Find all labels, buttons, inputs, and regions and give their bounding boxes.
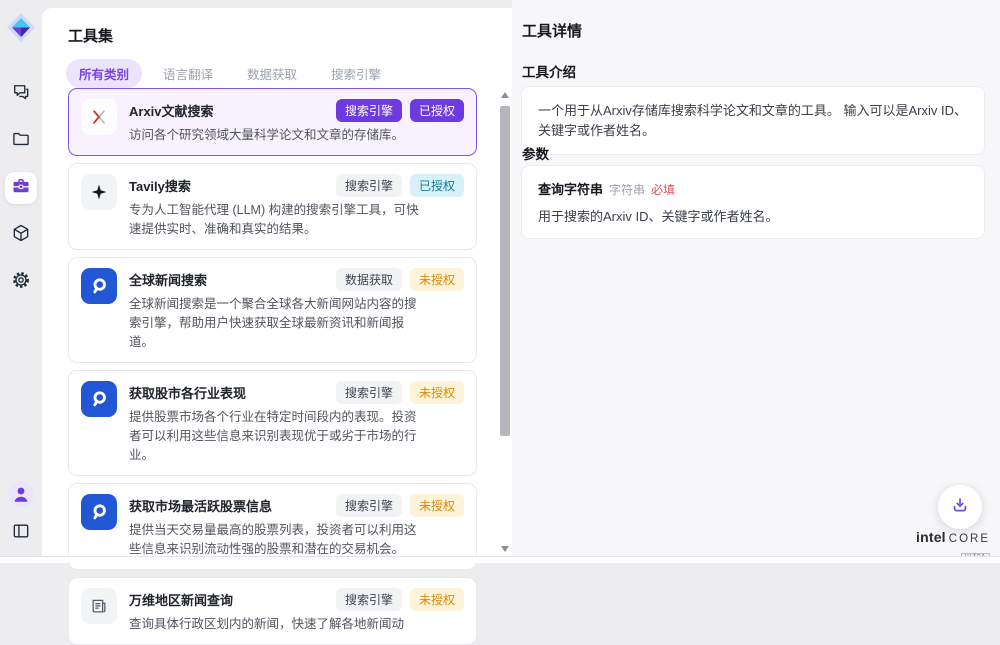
tool-name: 万维地区新闻查询 [129,588,233,609]
tool-description: 全球新闻搜索是一个聚合全球各大新闻网站内容的搜索引擎，帮助用户快速获取全球最新资… [129,295,425,352]
folder-icon [11,129,31,154]
intel-wordmark: intel [916,529,946,545]
tool-card[interactable]: Tavily搜索 搜索引擎已授权 专为人工智能代理 (LLM) 构建的搜索引擎工… [68,163,477,250]
core-wordmark: CORE [949,533,990,545]
icon-rail [0,0,42,556]
param-required-badge: 必填 [651,181,675,198]
cube-icon [11,223,31,248]
sidebar-item-chat[interactable] [5,78,37,110]
tool-name: 获取股市各行业表现 [129,381,246,402]
arxiv-x-icon [81,99,117,135]
auth-status-badge: 已授权 [410,99,464,122]
download-icon [950,495,970,520]
category-badge: 搜索引擎 [336,588,402,611]
auth-status-badge: 未授权 [410,494,464,517]
tool-name: Tavily搜索 [129,174,191,195]
param-description: 用于搜索的Arxiv ID、关键字或作者姓名。 [538,206,968,225]
layout-panel-icon[interactable] [11,521,31,546]
tool-name: Arxiv文献搜索 [129,99,214,120]
scroll-down-arrow-icon[interactable] [501,546,509,552]
blue-q-icon [81,268,117,304]
tool-description: 提供当天交易量最高的股票列表，投资者可以利用这些信息来识别流动性强的股票和潜在的… [129,521,425,559]
sidebar-item-cube[interactable] [5,219,37,251]
category-badge: 搜索引擎 [336,174,402,197]
sidebar-item-toolbox[interactable] [5,172,37,204]
user-avatar-icon[interactable] [8,481,34,512]
scroll-up-arrow-icon[interactable] [501,92,509,98]
category-tabs: 所有类别语言翻译数据获取搜索引擎 [66,59,394,88]
tool-name: 全球新闻搜索 [129,268,207,289]
gear-icon [11,270,31,295]
tool-name: 获取市场最活跃股票信息 [129,494,272,515]
auth-status-badge: 已授权 [410,174,464,197]
details-title: 工具详情 [522,20,582,41]
param-name: 查询字符串 [538,179,603,198]
rail-bottom [8,481,34,546]
params-heading: 参数 [522,143,549,163]
param-card: 查询字符串 字符串 必填 用于搜索的Arxiv ID、关键字或作者姓名。 [521,165,985,239]
download-button[interactable] [938,485,982,529]
tab-2[interactable]: 语言翻译 [150,59,226,88]
tool-card[interactable]: Arxiv文献搜索 搜索引擎已授权 访问各个研究领域大量科学论文和文章的存储库。 [68,88,477,156]
news-doc-icon [81,588,117,624]
tool-card[interactable]: 万维地区新闻查询 搜索引擎未授权 查询具体行政区划内的新闻，快速了解各地新闻动 [68,577,477,645]
category-badge: 搜索引擎 [336,494,402,517]
tab-3[interactable]: 数据获取 [234,59,310,88]
intro-card: 一个用于从Arxiv存储库搜索科学论文和文章的工具。 输入可以是Arxiv ID… [521,86,985,155]
auth-status-badge: 未授权 [410,268,464,291]
tool-details-panel: 工具详情 工具介绍 一个用于从Arxiv存储库搜索科学论文和文章的工具。 输入可… [512,0,1000,556]
sidebar-item-settings[interactable] [5,266,37,298]
tab-1[interactable]: 所有类别 [66,59,142,88]
auth-status-badge: 未授权 [410,381,464,404]
category-badge: 数据获取 [336,268,402,291]
rail-nav [5,78,37,298]
auth-status-badge: 未授权 [410,588,464,611]
tool-description: 查询具体行政区划内的新闻，快速了解各地新闻动 [129,615,425,634]
list-scrollbar[interactable] [500,86,511,554]
blue-q-icon [81,381,117,417]
tool-card[interactable]: 获取股市各行业表现 搜索引擎未授权 提供股票市场各个行业在特定时间段内的表现。投… [68,370,477,476]
intro-heading: 工具介绍 [522,61,576,81]
tool-description: 提供股票市场各个行业在特定时间段内的表现。投资者可以利用这些信息来识别表现优于或… [129,408,425,465]
tools-list-title: 工具集 [68,25,113,46]
intro-text: 一个用于从Arxiv存储库搜索科学论文和文章的工具。 输入可以是Arxiv ID… [538,103,967,138]
category-badge: 搜索引擎 [336,99,402,122]
category-badge: 搜索引擎 [336,381,402,404]
app-gem-logo [6,12,36,46]
toolbox-icon [11,176,31,201]
scrollbar-thumb[interactable] [500,106,510,436]
sidebar-item-folder[interactable] [5,125,37,157]
chat-icon [11,82,31,107]
tool-description: 访问各个研究领域大量科学论文和文章的存储库。 [129,126,425,145]
param-type: 字符串 [609,181,645,198]
tool-description: 专为人工智能代理 (LLM) 构建的搜索引擎工具，可快速提供实时、准确和真实的结… [129,201,425,239]
tab-4[interactable]: 搜索引擎 [318,59,394,88]
tool-card[interactable]: 全球新闻搜索 数据获取未授权 全球新闻搜索是一个聚合全球各大新闻网站内容的搜索引… [68,257,477,363]
blue-q-icon [81,494,117,530]
sparkle-icon [81,174,117,210]
tools-list-panel: 工具集 所有类别语言翻译数据获取搜索引擎 Arxiv文献搜索 搜索引擎已授权 访… [42,8,512,556]
bottom-edge-bar [0,556,1000,563]
